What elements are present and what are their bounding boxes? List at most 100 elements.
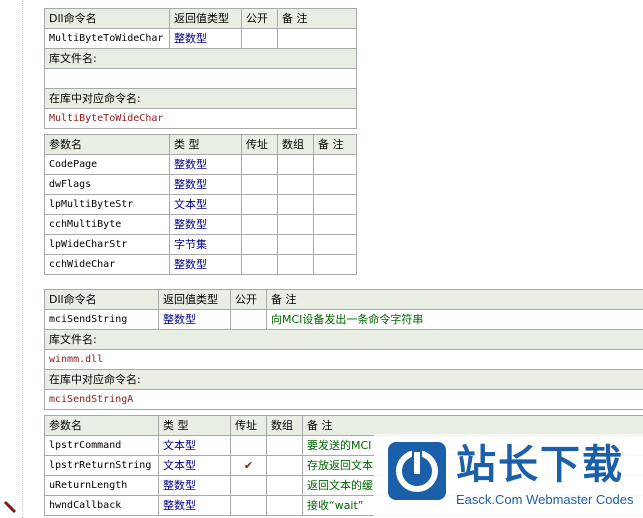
param-type-cell[interactable]: 字节集 (169, 234, 242, 255)
public-cell[interactable] (230, 309, 267, 330)
left-gutter (0, 0, 23, 518)
param-table-multibytetowidechar: 参数名 类 型 传址 数组 备 注 CodePage 整数型 dwFlags 整… (44, 134, 357, 275)
table-row: Dll命令名 返回值类型 公开 备 注 (44, 8, 357, 29)
table-row: mciSendStringA (44, 389, 643, 410)
alias-label: 在库中对应命令名: (44, 88, 357, 109)
param-type-cell[interactable]: 整数型 (158, 495, 231, 516)
param-type-cell[interactable]: 整数型 (169, 214, 242, 235)
return-type-cell[interactable]: 整数型 (158, 309, 231, 330)
param-name-cell[interactable]: hwndCallback (44, 495, 159, 516)
col-header-return-type: 返回值类型 (169, 8, 242, 29)
param-name-cell[interactable]: cchMultiByte (44, 214, 170, 235)
site-logo-icon (388, 442, 446, 500)
param-array-cell[interactable] (266, 435, 303, 456)
col-header-public: 公开 (230, 289, 267, 310)
table-row: cchMultiByte 整数型 (44, 214, 357, 235)
param-type-cell[interactable]: 整数型 (169, 254, 242, 275)
note-cell[interactable]: 向MCI设备发出一条命令字符串 (266, 309, 643, 330)
param-name-cell[interactable]: uReturnLength (44, 475, 159, 496)
param-byref-cell[interactable] (230, 495, 267, 516)
col-header-type: 类 型 (158, 415, 231, 436)
param-note-cell[interactable] (313, 214, 357, 235)
param-byref-cell[interactable] (241, 174, 278, 195)
table-row: MultiByteToWideChar (44, 108, 357, 129)
param-byref-cell[interactable] (241, 234, 278, 255)
param-note-cell[interactable] (313, 234, 357, 255)
alias-label: 在库中对应命令名: (44, 369, 643, 390)
param-byref-cell[interactable] (230, 435, 267, 456)
param-byref-cell[interactable] (241, 254, 278, 275)
dll-name-cell[interactable]: MultiByteToWideChar (44, 28, 170, 49)
col-header-array: 数组 (266, 415, 303, 436)
table-row: 在库中对应命令名: (44, 88, 357, 109)
col-header-param-name: 参数名 (44, 134, 170, 155)
param-byref-cell[interactable] (241, 214, 278, 235)
param-name-cell[interactable]: lpstrCommand (44, 435, 159, 456)
col-header-dll-name: Dll命令名 (44, 8, 170, 29)
note-cell[interactable] (277, 28, 357, 49)
table-row: 参数名 类 型 传址 数组 备 注 (44, 415, 643, 436)
table-row: 在库中对应命令名: (44, 369, 643, 390)
table-row: MultiByteToWideChar 整数型 (44, 28, 357, 49)
col-header-note: 备 注 (277, 8, 357, 29)
param-note-cell[interactable] (313, 154, 357, 175)
public-cell[interactable] (241, 28, 278, 49)
col-header-note: 备 注 (313, 134, 357, 155)
library-label: 库文件名: (44, 329, 643, 350)
param-name-cell[interactable]: lpMultiByteStr (44, 194, 170, 215)
watermark-subtitle: Easck.Com Webmaster Codes (456, 492, 634, 507)
param-array-cell[interactable] (277, 174, 314, 195)
param-array-cell[interactable] (277, 254, 314, 275)
param-byref-cell[interactable]: ✔ (230, 455, 267, 476)
param-array-cell[interactable] (277, 194, 314, 215)
dll-table-multibytetowidechar: Dll命令名 返回值类型 公开 备 注 MultiByteToWideChar … (44, 8, 357, 129)
param-type-cell[interactable]: 文本型 (158, 435, 231, 456)
table-row: lpMultiByteStr 文本型 (44, 194, 357, 215)
param-type-cell[interactable]: 文本型 (169, 194, 242, 215)
param-type-cell[interactable]: 整数型 (158, 475, 231, 496)
param-byref-cell[interactable] (241, 154, 278, 175)
param-note-cell[interactable] (313, 174, 357, 195)
site-watermark: 站长下载 Easck.Com Webmaster Codes (374, 434, 643, 518)
param-array-cell[interactable] (266, 495, 303, 516)
param-array-cell[interactable] (266, 455, 303, 476)
param-type-cell[interactable]: 整数型 (169, 174, 242, 195)
col-header-return-type: 返回值类型 (158, 289, 231, 310)
alias-value-cell[interactable]: MultiByteToWideChar (44, 108, 357, 129)
library-value-cell[interactable]: winmm.dll (44, 349, 643, 370)
table-row: Dll命令名 返回值类型 公开 备 注 (44, 289, 643, 310)
col-header-param-name: 参数名 (44, 415, 159, 436)
library-value-cell[interactable] (44, 68, 357, 89)
checkmark-icon: ✔ (243, 459, 254, 472)
table-row: lpWideCharStr 字节集 (44, 234, 357, 255)
param-name-cell[interactable]: lpWideCharStr (44, 234, 170, 255)
table-row: cchWideChar 整数型 (44, 254, 357, 275)
alias-value-cell[interactable]: mciSendStringA (44, 389, 643, 410)
param-name-cell[interactable]: lpstrReturnString (44, 455, 159, 476)
param-name-cell[interactable]: CodePage (44, 154, 170, 175)
dll-table-mcisendstring: Dll命令名 返回值类型 公开 备 注 mciSendString 整数型 向M… (44, 289, 643, 410)
param-note-cell[interactable] (313, 194, 357, 215)
param-name-cell[interactable]: dwFlags (44, 174, 170, 195)
param-type-cell[interactable]: 文本型 (158, 455, 231, 476)
param-array-cell[interactable] (266, 475, 303, 496)
dll-name-cell[interactable]: mciSendString (44, 309, 159, 330)
param-name-cell[interactable]: cchWideChar (44, 254, 170, 275)
param-byref-cell[interactable] (241, 194, 278, 215)
table-row: winmm.dll (44, 349, 643, 370)
edit-cursor-icon (3, 500, 17, 514)
param-type-cell[interactable]: 整数型 (169, 154, 242, 175)
return-type-cell[interactable]: 整数型 (169, 28, 242, 49)
watermark-title: 站长下载 (456, 442, 624, 488)
param-array-cell[interactable] (277, 154, 314, 175)
param-array-cell[interactable] (277, 214, 314, 235)
table-row: 库文件名: (44, 48, 357, 69)
param-note-cell[interactable] (313, 254, 357, 275)
col-header-public: 公开 (241, 8, 278, 29)
table-row: 库文件名: (44, 329, 643, 350)
param-array-cell[interactable] (277, 234, 314, 255)
table-row: mciSendString 整数型 向MCI设备发出一条命令字符串 (44, 309, 643, 330)
table-row (44, 68, 357, 89)
param-byref-cell[interactable] (230, 475, 267, 496)
col-header-by-ref: 传址 (241, 134, 278, 155)
